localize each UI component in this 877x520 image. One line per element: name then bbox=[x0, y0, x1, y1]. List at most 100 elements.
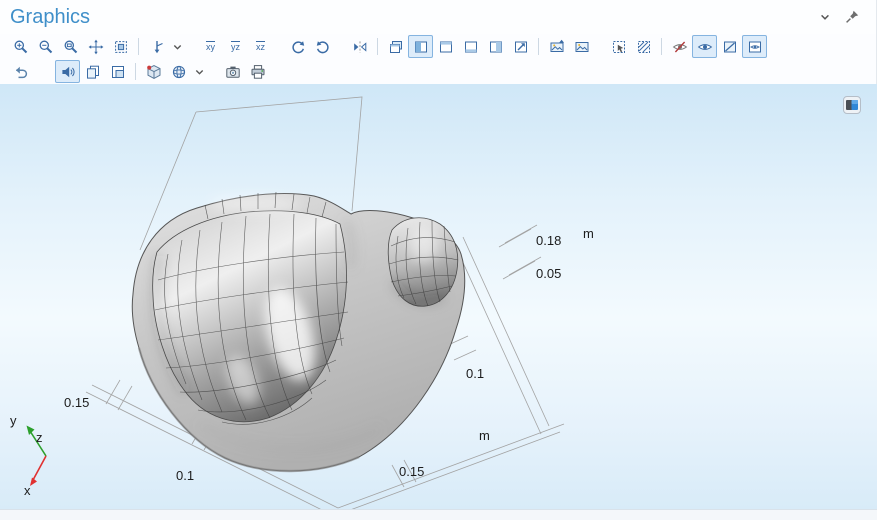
image-plain-icon bbox=[574, 39, 590, 55]
axis-label-z: z bbox=[36, 430, 43, 445]
split-vertical-button[interactable] bbox=[483, 35, 508, 58]
zoom-out-icon bbox=[38, 39, 54, 55]
full-window-button[interactable] bbox=[433, 35, 458, 58]
rotate-clockwise-button[interactable] bbox=[310, 35, 335, 58]
axis-tick-label: 0.18 bbox=[536, 233, 561, 248]
select-and-hide-button[interactable] bbox=[631, 35, 656, 58]
bottom-panel-edge bbox=[0, 509, 877, 520]
show-objects-button[interactable] bbox=[692, 35, 717, 58]
pin-window-button[interactable] bbox=[839, 6, 864, 29]
graphics-context-icon[interactable] bbox=[843, 96, 861, 114]
select-cursor-icon bbox=[611, 39, 627, 55]
eye-on-icon bbox=[697, 39, 713, 55]
rotate-ccw-icon bbox=[290, 39, 306, 55]
go-to-yz-view-button[interactable]: yz bbox=[223, 35, 248, 58]
flip-view-button[interactable] bbox=[347, 35, 372, 58]
panel-title: Graphics bbox=[10, 6, 90, 29]
image-up-icon bbox=[549, 39, 565, 55]
toolbar-separator bbox=[138, 38, 139, 55]
speaker-icon bbox=[60, 64, 76, 80]
zoom-box-button[interactable] bbox=[58, 35, 83, 58]
window-float-icon bbox=[513, 39, 529, 55]
rotate-cw-icon bbox=[315, 39, 331, 55]
view-dropdown[interactable] bbox=[169, 35, 186, 58]
toolbar-separator bbox=[377, 38, 378, 55]
graphics-header: Graphics bbox=[0, 0, 876, 34]
chevron-down-icon bbox=[192, 64, 207, 80]
window-bottom-icon bbox=[463, 39, 479, 55]
axis-tick-label: 0.05 bbox=[536, 266, 561, 281]
float-window-button[interactable] bbox=[508, 35, 533, 58]
window-stack-icon bbox=[388, 39, 404, 55]
printer-icon bbox=[250, 64, 266, 80]
axis-tick-label: 0.15 bbox=[64, 395, 89, 410]
graphics-toolbar-row2 bbox=[0, 59, 876, 84]
select-hatch-icon bbox=[636, 39, 652, 55]
copy-to-clipboard-button[interactable] bbox=[105, 60, 130, 83]
go-to-xz-view-button[interactable]: xz bbox=[248, 35, 273, 58]
zoom-selection-icon bbox=[113, 39, 129, 55]
reset-view-button[interactable] bbox=[8, 60, 33, 83]
copy-inner-icon bbox=[110, 64, 126, 80]
zoom-extents-button[interactable] bbox=[83, 35, 108, 58]
pin-icon bbox=[844, 9, 860, 25]
sound-toggle-button[interactable] bbox=[55, 60, 80, 83]
axis-unit-label: m bbox=[479, 428, 490, 443]
graphics-canvas[interactable]: 0.15 0.1 0.15 0.1 0.18 0.05 m m y z x bbox=[0, 84, 877, 510]
model-3d-view bbox=[0, 84, 877, 510]
reset-hiding-button[interactable] bbox=[717, 35, 742, 58]
zoom-in-icon bbox=[13, 39, 29, 55]
sphere-icon bbox=[171, 64, 187, 80]
material-rendering-button[interactable] bbox=[166, 60, 191, 83]
go-to-xz-view-button-label: xz bbox=[256, 41, 265, 52]
toolbar-separator bbox=[538, 38, 539, 55]
axis-label-y: y bbox=[10, 413, 17, 428]
axis-tick-label: 0.15 bbox=[399, 464, 424, 479]
go-to-xy-view-button[interactable]: xy bbox=[198, 35, 223, 58]
print-button[interactable] bbox=[245, 60, 270, 83]
go-to-xy-view-button-label: xy bbox=[206, 41, 215, 52]
toolbar-separator bbox=[135, 63, 136, 80]
new-window-button[interactable] bbox=[383, 35, 408, 58]
hide-objects-button[interactable] bbox=[667, 35, 692, 58]
axis-view-icon bbox=[149, 39, 165, 55]
eye-off-icon bbox=[672, 39, 688, 55]
box-eye-icon bbox=[747, 39, 763, 55]
go-to-default-view-button[interactable] bbox=[144, 35, 169, 58]
rendering-dropdown[interactable] bbox=[191, 60, 208, 83]
scene-light-button[interactable] bbox=[141, 60, 166, 83]
snapshot-camera-button[interactable] bbox=[220, 60, 245, 83]
zoom-to-selection-button[interactable] bbox=[108, 35, 133, 58]
header-controls bbox=[812, 6, 866, 29]
flip-icon bbox=[352, 39, 368, 55]
box-diag-icon bbox=[722, 39, 738, 55]
split-horizontal-button[interactable] bbox=[458, 35, 483, 58]
undo-icon bbox=[13, 64, 29, 80]
copy-icon bbox=[85, 64, 101, 80]
chevron-down-icon bbox=[170, 39, 185, 55]
image-export-button[interactable] bbox=[569, 35, 594, 58]
copy-image-button[interactable] bbox=[80, 60, 105, 83]
go-to-yz-view-button-label: yz bbox=[231, 41, 240, 52]
zoom-box-icon bbox=[63, 39, 79, 55]
axis-tick-label: 0.1 bbox=[176, 468, 194, 483]
select-box-button[interactable] bbox=[606, 35, 631, 58]
zoom-in-button[interactable] bbox=[8, 35, 33, 58]
toolbar-separator bbox=[661, 38, 662, 55]
image-snapshot-button[interactable] bbox=[544, 35, 569, 58]
graphics-toolbar-row1: xy yz xz bbox=[0, 34, 876, 59]
graphics-window: Graphics xy yz xz bbox=[0, 0, 876, 84]
window-left-icon bbox=[413, 39, 429, 55]
window-plain-icon bbox=[438, 39, 454, 55]
graphics-menu-dropdown[interactable] bbox=[812, 6, 837, 29]
axis-unit-label: m bbox=[583, 226, 594, 241]
rotate-counterclockwise-button[interactable] bbox=[285, 35, 310, 58]
camera-icon bbox=[225, 64, 241, 80]
axis-tick-label: 0.1 bbox=[466, 366, 484, 381]
axis-label-x: x bbox=[24, 483, 31, 498]
view-hidden-only-button[interactable] bbox=[742, 35, 767, 58]
zoom-out-button[interactable] bbox=[33, 35, 58, 58]
zoom-extents-icon bbox=[88, 39, 104, 55]
chevron-down-icon bbox=[817, 9, 833, 25]
single-pane-button[interactable] bbox=[408, 35, 433, 58]
